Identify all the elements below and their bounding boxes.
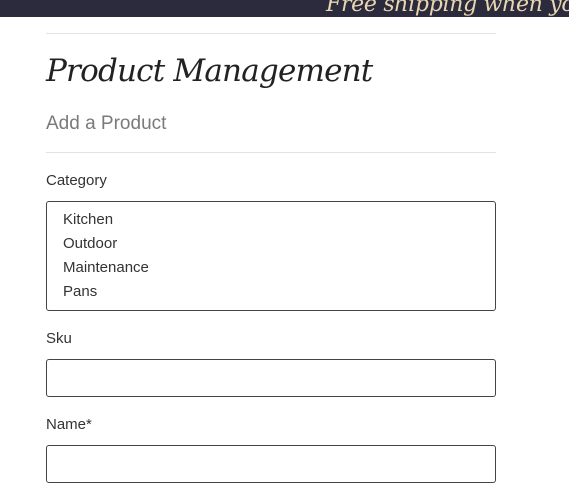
category-option-pans[interactable]: Pans bbox=[47, 280, 495, 304]
section-subtitle: Add a Product bbox=[46, 113, 167, 134]
divider bbox=[46, 33, 496, 34]
category-option-partial[interactable] bbox=[47, 304, 495, 310]
page-title: Product Management bbox=[46, 53, 373, 89]
promo-banner-text: Free shipping when you spe bbox=[326, 0, 569, 17]
divider bbox=[46, 152, 496, 153]
category-label: Category bbox=[46, 172, 107, 189]
sku-input[interactable] bbox=[46, 359, 496, 397]
name-input[interactable] bbox=[46, 445, 496, 483]
promo-banner: Free shipping when you spe bbox=[0, 0, 569, 17]
sku-label: Sku bbox=[46, 330, 72, 347]
category-option-kitchen[interactable]: Kitchen bbox=[47, 208, 495, 232]
category-option-maintenance[interactable]: Maintenance bbox=[47, 256, 495, 280]
category-select[interactable]: Kitchen Outdoor Maintenance Pans bbox=[46, 201, 496, 311]
name-label: Name* bbox=[46, 416, 92, 433]
category-option-outdoor[interactable]: Outdoor bbox=[47, 232, 495, 256]
